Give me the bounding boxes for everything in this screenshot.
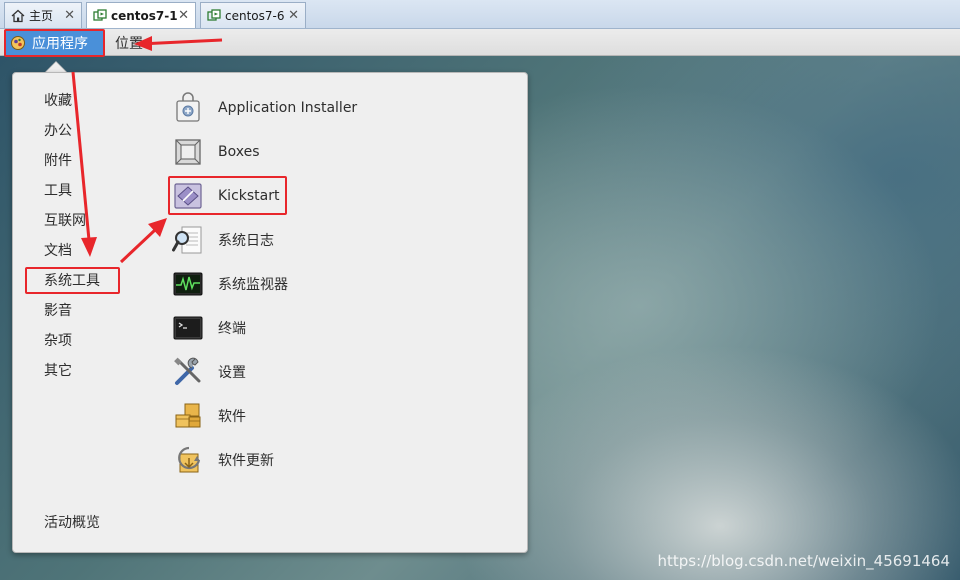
tab-centos7-1-label: centos7-1: [111, 8, 178, 23]
watermark: https://blog.csdn.net/weixin_45691464: [657, 552, 950, 570]
category-favorites[interactable]: 收藏: [44, 91, 72, 111]
tab-home[interactable]: 主页 ✕: [4, 2, 82, 28]
tab-centos7-6-label: centos7-6: [225, 8, 285, 23]
software-icon: [175, 403, 201, 428]
tab-home-label: 主页: [29, 9, 54, 23]
applications-menu: [12, 72, 528, 553]
tab-centos7-6-close-icon[interactable]: ✕: [288, 8, 299, 23]
app-label: 系统日志: [218, 233, 274, 249]
vm-icon: [93, 8, 107, 21]
annotation-box-system-tools: [25, 267, 120, 294]
settings-icon: [174, 357, 201, 385]
app-system-monitor[interactable]: 系统监视器: [172, 266, 288, 302]
category-accessories[interactable]: 附件: [44, 151, 72, 171]
app-label: Application Installer: [218, 100, 358, 116]
category-other[interactable]: 其它: [44, 361, 72, 381]
category-documents[interactable]: 文档: [44, 241, 72, 261]
activities-overview-item[interactable]: 活动概览: [44, 513, 100, 533]
app-boxes[interactable]: Boxes: [172, 134, 260, 170]
app-label: 系统监视器: [218, 277, 288, 293]
category-sound-video[interactable]: 影音: [44, 301, 72, 321]
app-application-installer[interactable]: Application Installer: [172, 90, 357, 126]
category-sundry[interactable]: 杂项: [44, 331, 72, 351]
boxes-icon: [175, 139, 201, 165]
tab-centos7-1-close-icon[interactable]: ✕: [178, 8, 189, 23]
annotation-box-kickstart: [168, 176, 287, 215]
app-label: 设置: [218, 365, 246, 381]
app-settings[interactable]: 设置: [172, 354, 246, 390]
app-label: 软件: [218, 409, 246, 425]
application-installer-icon: [176, 92, 200, 122]
software-update-icon: [178, 446, 201, 473]
app-terminal[interactable]: 终端: [172, 310, 246, 346]
tab-home-close-icon[interactable]: ✕: [64, 8, 75, 23]
tab-centos7-1[interactable]: centos7-1 ✕: [86, 2, 196, 28]
tab-centos7-6[interactable]: centos7-6 ✕: [200, 2, 306, 28]
vm-icon: [207, 8, 221, 21]
system-log-icon: [172, 226, 202, 254]
terminal-icon: [173, 316, 203, 340]
category-internet[interactable]: 互联网: [44, 211, 86, 231]
app-label: Boxes: [218, 144, 260, 160]
app-software-update[interactable]: 软件更新: [172, 442, 274, 478]
places-menu-button[interactable]: 位置: [115, 33, 143, 53]
system-monitor-icon: [173, 272, 203, 296]
vm-tab-bar: 主页 ✕ centos7-1 ✕ centos7-6 ✕: [0, 0, 960, 29]
app-system-log[interactable]: 系统日志: [172, 222, 274, 258]
app-label: 软件更新: [218, 453, 274, 469]
app-software[interactable]: 软件: [172, 398, 246, 434]
category-office[interactable]: 办公: [44, 121, 72, 141]
category-tools[interactable]: 工具: [44, 181, 72, 201]
app-label: 终端: [218, 321, 246, 337]
home-icon: [11, 9, 25, 22]
gnome-top-bar: 应用程序 位置: [0, 29, 960, 56]
annotation-box-applications: [4, 29, 105, 57]
